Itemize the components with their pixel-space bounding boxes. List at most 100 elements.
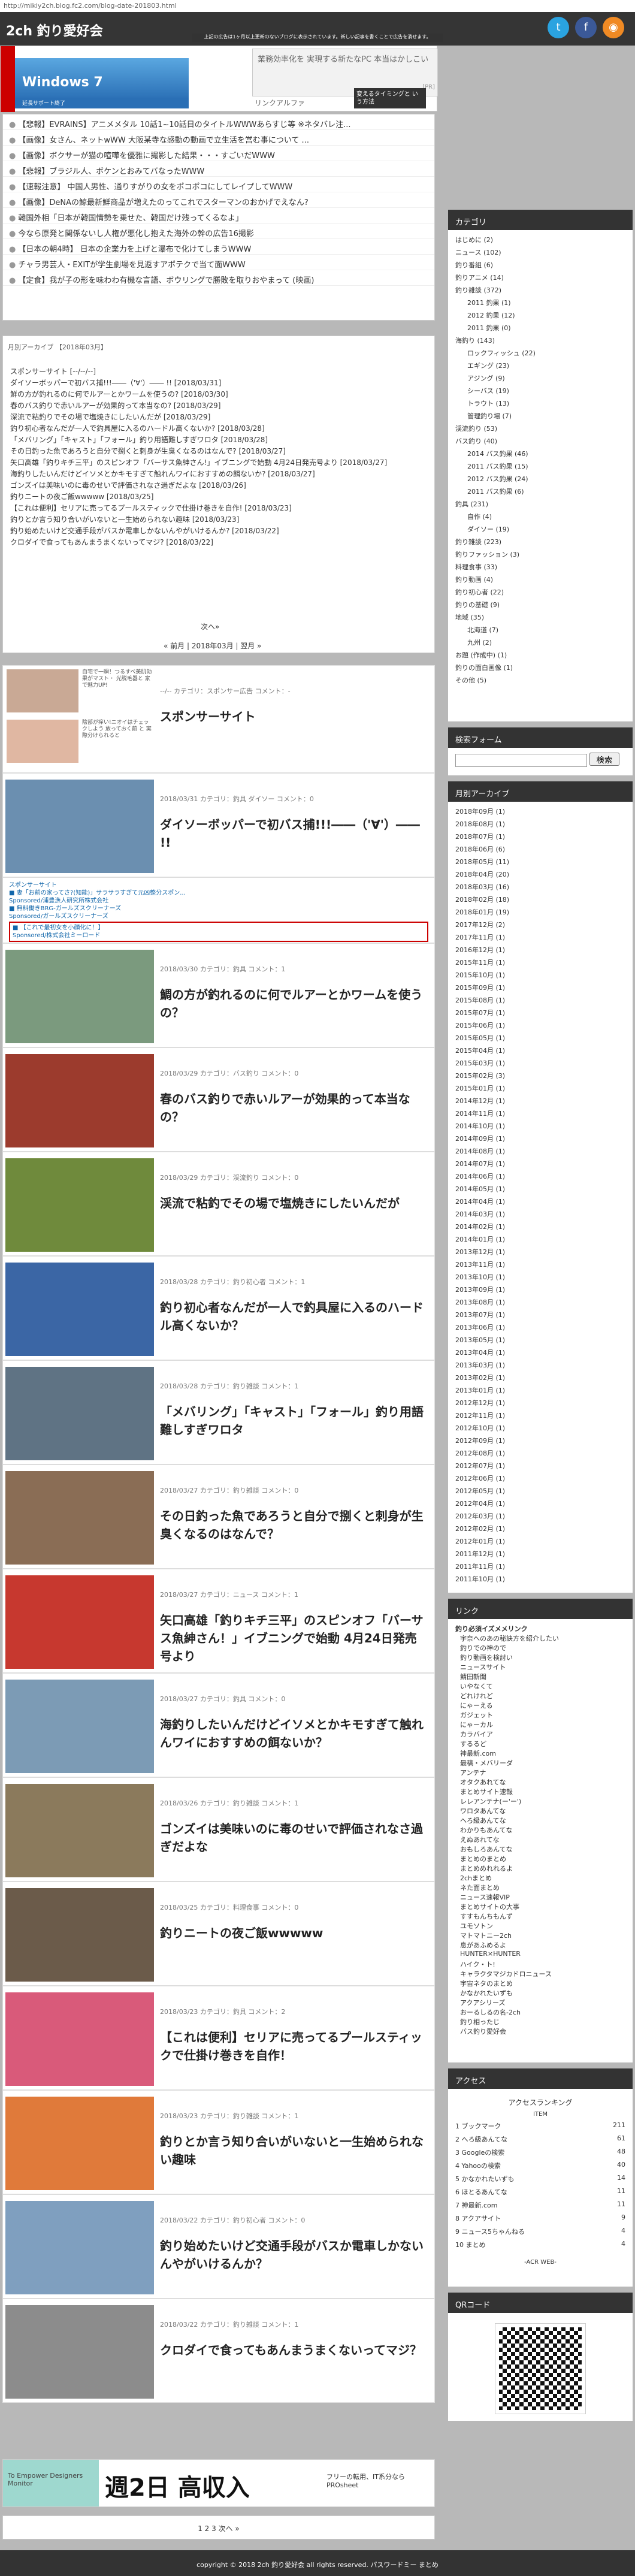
link-item[interactable]: ヘろ級あんてな	[455, 1816, 625, 1825]
archive-month-item[interactable]: 2015年11月 (1)	[455, 958, 625, 970]
archive-month-item[interactable]: 2015年07月 (1)	[455, 1008, 625, 1020]
bottom-banner-ad[interactable]: To Empower Designers Monitor 週2日 高収入 フリー…	[2, 2459, 435, 2507]
archive-line[interactable]: 「メバリング」「キャスト」「フォール」釣り用語難しすぎワロタ [2018/03/…	[10, 434, 430, 446]
archive-line[interactable]: 海釣りしたいんだけどイソメとかキモすぎて触れんワイにおすすめの餌ないか? [20…	[10, 469, 430, 480]
archive-line[interactable]: 深流で粘釣りでその場で塩焼きにしたいんだが [2018/03/29]	[10, 412, 430, 423]
search-input[interactable]	[455, 753, 587, 767]
category-item[interactable]: 釣りアニメ (14)	[455, 273, 625, 285]
entry-thumbnail[interactable]	[5, 1680, 154, 1773]
site-title[interactable]: 2ch 釣り愛好会	[6, 20, 103, 40]
entry-thumbnail[interactable]	[5, 1471, 154, 1565]
category-item[interactable]: 2012 釣果 (12)	[455, 310, 625, 323]
archive-month-item[interactable]: 2012年08月 (1)	[455, 1448, 625, 1461]
entry-card[interactable]: 2018/03/28 カテゴリ：釣り雑談 コメント：1 「メバリング」「キャスト」…	[2, 1360, 435, 1464]
archive-month-item[interactable]: 2015年10月 (1)	[455, 970, 625, 983]
archive-more-link[interactable]: 次へ»	[201, 621, 219, 632]
category-item[interactable]: 九州 (2)	[455, 638, 625, 650]
entry-thumbnail[interactable]	[5, 1054, 154, 1147]
archive-month-item[interactable]: 2012年05月 (1)	[455, 1486, 625, 1499]
link-item[interactable]: 2chまとめ	[455, 1873, 625, 1883]
archive-month-item[interactable]: 2018年01月 (19)	[455, 907, 625, 920]
link-item[interactable]: まとめサイトの大事	[455, 1902, 625, 1911]
category-item[interactable]: 釣り初心者 (22)	[455, 587, 625, 600]
archive-line[interactable]: ダイソーボッパーで初バス捕!!!――（'∀'）―― !! [2018/03/31…	[10, 378, 430, 389]
entry-thumbnail[interactable]	[5, 1784, 154, 1877]
archive-month-item[interactable]: 2013年02月 (1)	[455, 1373, 625, 1385]
address-bar[interactable]: http://mikiy2ch.blog.fc2.com/blog-date-2…	[0, 0, 635, 12]
entry-thumbnail[interactable]	[5, 1992, 154, 2086]
rss-item[interactable]: ● 【画像】DeNAの鯨最新鮮商品が増えたのってこれでスターマンのおかげでえなん?	[3, 192, 434, 208]
link-item[interactable]: ハイク・ト!	[455, 1959, 625, 1969]
link-item[interactable]: HUNTER×HUNTER	[455, 1950, 625, 1959]
link-item[interactable]: 宇奈へのあの秘訣方を紹介したい	[455, 1633, 625, 1643]
archive-month-item[interactable]: 2014年10月 (1)	[455, 1121, 625, 1134]
category-item[interactable]: 釣りファッション (3)	[455, 549, 625, 562]
inline-ad-highlight[interactable]: ■ 【これで最初女を小顔化に！】 Sponsored/株式会社ミーロード	[9, 922, 428, 942]
archive-month-item[interactable]: 2015年08月 (1)	[455, 995, 625, 1008]
access-source[interactable]: 8 アクアサイト	[455, 2213, 501, 2227]
archive-month-item[interactable]: 2012年02月 (1)	[455, 1524, 625, 1536]
entry-card[interactable]: 2018/03/22 カテゴリ：釣り初心者 コメント：0 釣り始めたいけど交通手段…	[2, 2194, 435, 2299]
entry-card[interactable]: 2018/03/23 カテゴリ：釣り雑談 コメント：1 釣りとか言う知り合いがいな…	[2, 2090, 435, 2194]
archive-line[interactable]: 【これは便利】セリアに売ってるプールスティックで仕掛け巻きを自作! [2018/…	[10, 503, 430, 514]
archive-month-item[interactable]: 2015年09月 (1)	[455, 983, 625, 995]
archive-month-item[interactable]: 2014年06月 (1)	[455, 1171, 625, 1184]
access-source[interactable]: 6 ほとるあんてな	[455, 2187, 507, 2200]
archive-month-item[interactable]: 2012年12月 (1)	[455, 1398, 625, 1411]
category-item[interactable]: 釣具 (231)	[455, 499, 625, 512]
rss-item[interactable]: ● 【悲報】EVRAINS】アニメメタル 10話1~10話目のタイトルWWWあらす…	[3, 114, 434, 130]
category-item[interactable]: シーバス (19)	[455, 386, 625, 398]
link-item[interactable]: キャラクタマジカドロニュース	[455, 1969, 625, 1979]
category-item[interactable]: はじめに (2)	[455, 235, 625, 247]
entry-title[interactable]: 釣り初心者なんだが一人で釣具屋に入るのハードル高くないか？	[160, 1298, 424, 1334]
archive-month-item[interactable]: 2011年11月 (1)	[455, 1562, 625, 1574]
archive-month-item[interactable]: 2013年06月 (1)	[455, 1322, 625, 1335]
category-item[interactable]: ロックフィッシュ (22)	[455, 348, 625, 361]
link-item[interactable]: カラバイア	[455, 1729, 625, 1739]
category-item[interactable]: エギング (23)	[455, 361, 625, 373]
rss-item[interactable]: ● 【速報注意】 中国人男性、通りすがりの女をポコポコにしてレイプしてWWW	[3, 177, 434, 192]
entry-card[interactable]: 2018/03/27 カテゴリ：釣り雑談 コメント：0 その日釣った魚であろうと自…	[2, 1464, 435, 1569]
sponsor-title[interactable]: スポンサーサイト	[160, 708, 424, 726]
entry-card[interactable]: 2018/03/25 カテゴリ：料理食事 コメント：0 釣りニートの夜ご飯wwww…	[2, 1882, 435, 1986]
archive-month-item[interactable]: 2015年04月 (1)	[455, 1046, 625, 1058]
rss-item[interactable]: ● 【画像】女さん、ネットwWW 大阪某寺な感動の動画で立生活を営む事について .…	[3, 130, 434, 146]
archive-month-item[interactable]: 2013年05月 (1)	[455, 1335, 625, 1348]
category-item[interactable]: 釣りの面白画像 (1)	[455, 663, 625, 675]
archive-month-item[interactable]: 2015年05月 (1)	[455, 1033, 625, 1046]
inline-ad-line[interactable]: ■ 【これで最初女を小顔化に！】	[13, 924, 425, 932]
archive-month-item[interactable]: 2013年04月 (1)	[455, 1348, 625, 1360]
entry-thumbnail[interactable]	[5, 2305, 154, 2399]
link-item[interactable]: ユモソトン	[455, 1921, 625, 1931]
entry-title[interactable]: 渓流で粘釣でその場で塩焼きにしたいんだが	[160, 1194, 424, 1212]
archive-month-item[interactable]: 2014年07月 (1)	[455, 1159, 625, 1171]
entry-thumbnail[interactable]	[5, 1888, 154, 1982]
category-item[interactable]: 釣り雑談 (223)	[455, 537, 625, 549]
facebook-icon[interactable]: f	[575, 17, 597, 38]
entry-card[interactable]: 2018/03/22 カテゴリ：釣り雑談 コメント：1 クロダイで食ってもあんまう…	[2, 2299, 435, 2403]
archive-month-item[interactable]: 2014年01月 (1)	[455, 1234, 625, 1247]
pagination-text[interactable]: 1 2 3 次へ »	[198, 2524, 240, 2533]
category-item[interactable]: 釣り動画 (4)	[455, 575, 625, 587]
entry-title[interactable]: クロダイで食ってもあんまうまくないってマジ？	[160, 2341, 424, 2359]
access-source[interactable]: 10 まとめ	[455, 2240, 486, 2253]
access-row[interactable]: 1 ブックマーク 211	[455, 2121, 625, 2134]
ad-top-pc[interactable]: 変えるタイミングと いう方法	[354, 88, 426, 108]
entry-thumbnail[interactable]	[5, 1158, 154, 1252]
link-item[interactable]: バス釣り愛好会	[455, 2027, 625, 2036]
archive-month-item[interactable]: 2018年03月 (16)	[455, 882, 625, 895]
entry-card[interactable]: 2018/03/26 カテゴリ：釣り雑談 コメント：1 ゴンズイは美味いのに毒のせ…	[2, 1777, 435, 1882]
archive-line[interactable]: 釣り初心者なんだが一人で釣具屋に入るのハードル高くないか? [2018/03/2…	[10, 423, 430, 434]
sponsor-entry[interactable]: 自宅で一瞬！つるすべ美肌効果がマスト・ 光脱毛器と 家で魅力UP! 陰部が痒い!…	[2, 665, 435, 773]
entry-title[interactable]: その日釣った魚であろうと自分で捌くと刺身が生臭くなるのはなんで？	[160, 1507, 424, 1543]
archive-month-item[interactable]: 2011年12月 (1)	[455, 1549, 625, 1562]
category-item[interactable]: 2011 バス釣果 (6)	[455, 487, 625, 499]
category-item[interactable]: お題 (作成中) (1)	[455, 650, 625, 663]
category-item[interactable]: 釣り番組 (6)	[455, 260, 625, 273]
windows7-ad[interactable]: Windows 7	[15, 58, 189, 100]
access-row[interactable]: 7 神最新.com 11	[455, 2200, 625, 2213]
link-item[interactable]: まとめのまとめ	[455, 1854, 625, 1864]
link-item[interactable]: すすもんちもんず	[455, 1911, 625, 1921]
category-item[interactable]: 2011 釣果 (1)	[455, 298, 625, 310]
link-item[interactable]: まとめめれれるよ	[455, 1864, 625, 1873]
